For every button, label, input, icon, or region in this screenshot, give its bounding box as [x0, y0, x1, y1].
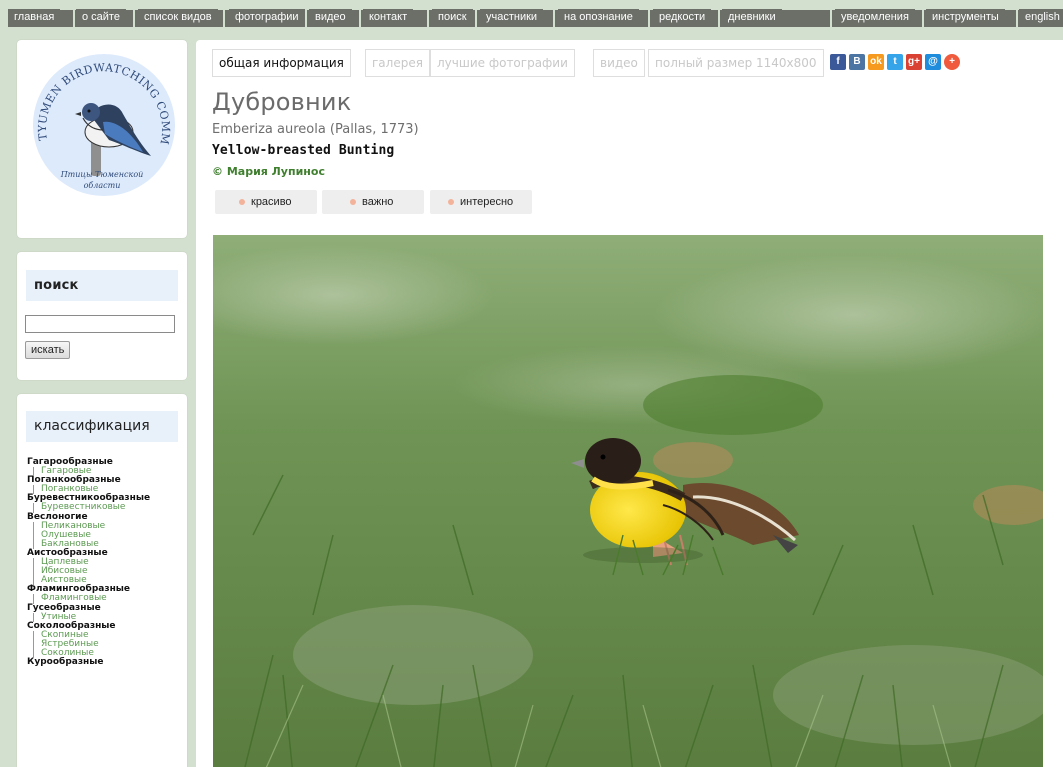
nav-item-search[interactable]: поиск: [432, 9, 473, 26]
nav-separator: [718, 10, 720, 27]
family-link[interactable]: Утиные: [27, 612, 187, 622]
heart-icon: [448, 199, 454, 206]
rate-label: красиво: [251, 196, 292, 208]
logo-caption-line2: области: [83, 181, 121, 190]
nav-item-home[interactable]: главная: [8, 9, 61, 26]
main-content: общая информация галерея лучшие фотограф…: [196, 40, 1063, 767]
family-link[interactable]: Поганковые: [27, 485, 187, 495]
logo-panel: TYUMEN BIRDWATCHING COMMUNITY Птицы Тюме…: [17, 40, 187, 238]
species-title: Дубровник: [212, 88, 352, 116]
nav-separator: [133, 10, 135, 27]
nav-item-about[interactable]: о сайте: [76, 9, 126, 26]
classification-panel: классификация Гагарообразные Гагаровые П…: [17, 394, 187, 767]
species-latin-name: Emberiza aureola (Pallas, 1773): [212, 122, 419, 137]
nav-separator: [830, 10, 832, 27]
family-link[interactable]: Буревестниковые: [27, 503, 187, 513]
mail-icon[interactable]: @: [925, 54, 941, 70]
nav-separator: [648, 10, 650, 27]
vkontakte-icon[interactable]: B: [849, 54, 865, 70]
plus-icon[interactable]: +: [944, 54, 960, 70]
nav-item-video[interactable]: видео: [309, 9, 352, 26]
heart-icon: [239, 199, 245, 206]
tab-video[interactable]: видео: [593, 49, 645, 77]
googleplus-icon[interactable]: g+: [906, 54, 922, 70]
search-heading: поиск: [26, 270, 178, 301]
nav-item-tools[interactable]: инструменты: [926, 9, 1005, 26]
nav-separator: [922, 10, 924, 27]
nav-item-diaries[interactable]: дневники: [722, 9, 782, 26]
top-navigation: главная о сайте список видов фотографии …: [0, 0, 1063, 27]
family-link[interactable]: Баклановые: [27, 539, 187, 550]
nav-item-identify[interactable]: на опознание: [558, 9, 639, 26]
nav-item-members[interactable]: участники: [480, 9, 544, 26]
nav-separator: [305, 10, 307, 27]
tab-general-info[interactable]: общая информация: [212, 49, 351, 77]
search-button[interactable]: искать: [25, 341, 71, 359]
logo-caption-line1: Птицы Тюменской: [60, 170, 144, 179]
odnoklassniki-icon[interactable]: ok: [868, 54, 884, 70]
nav-item-notifications[interactable]: уведомления: [835, 9, 915, 26]
species-english-name: Yellow-breasted Bunting: [212, 143, 395, 158]
nav-item-english[interactable]: english: [1019, 9, 1063, 26]
tab-best-photos[interactable]: лучшие фотографии: [430, 49, 575, 77]
nav-separator: [73, 10, 75, 27]
nav-separator: [475, 10, 477, 27]
nav-separator: [1016, 10, 1018, 27]
facebook-icon[interactable]: f: [830, 54, 846, 70]
tab-gallery[interactable]: галерея: [365, 49, 430, 77]
search-panel: поиск искать: [17, 252, 187, 380]
search-input[interactable]: [25, 315, 175, 333]
rate-beautiful-button[interactable]: красиво: [215, 190, 317, 214]
nav-separator: [427, 10, 429, 27]
nav-separator: [359, 10, 361, 27]
order-link[interactable]: Курообразные: [27, 657, 187, 667]
rate-interesting-button[interactable]: интересно: [430, 190, 532, 214]
nav-item-species-list[interactable]: список видов: [138, 9, 218, 26]
heart-icon: [350, 199, 356, 206]
bird-photo-image: [213, 235, 1043, 767]
twitter-icon[interactable]: t: [887, 54, 903, 70]
family-link[interactable]: Аистовые: [27, 576, 187, 586]
nav-item-rarities[interactable]: редкости: [653, 9, 712, 26]
nav-separator: [553, 10, 555, 27]
rate-important-button[interactable]: важно: [322, 190, 424, 214]
nav-item-contact[interactable]: контакт: [363, 9, 414, 26]
bird-photo[interactable]: [213, 235, 1043, 767]
family-link[interactable]: Соколиные: [27, 648, 187, 659]
classification-heading: классификация: [26, 411, 178, 442]
photo-author-link[interactable]: © Мария Лупинос: [212, 165, 325, 178]
classification-tree: Гагарообразные Гагаровые Поганкообразные…: [27, 457, 187, 667]
family-link[interactable]: Гагаровые: [27, 466, 187, 477]
family-link[interactable]: Фламинговые: [27, 594, 187, 604]
rate-label: важно: [362, 196, 394, 208]
nav-separator: [223, 10, 225, 27]
nav-item-photos[interactable]: фотографии: [229, 9, 305, 26]
tab-full-size[interactable]: полный размер 1140x800: [648, 49, 824, 77]
rate-label: интересно: [460, 196, 514, 208]
